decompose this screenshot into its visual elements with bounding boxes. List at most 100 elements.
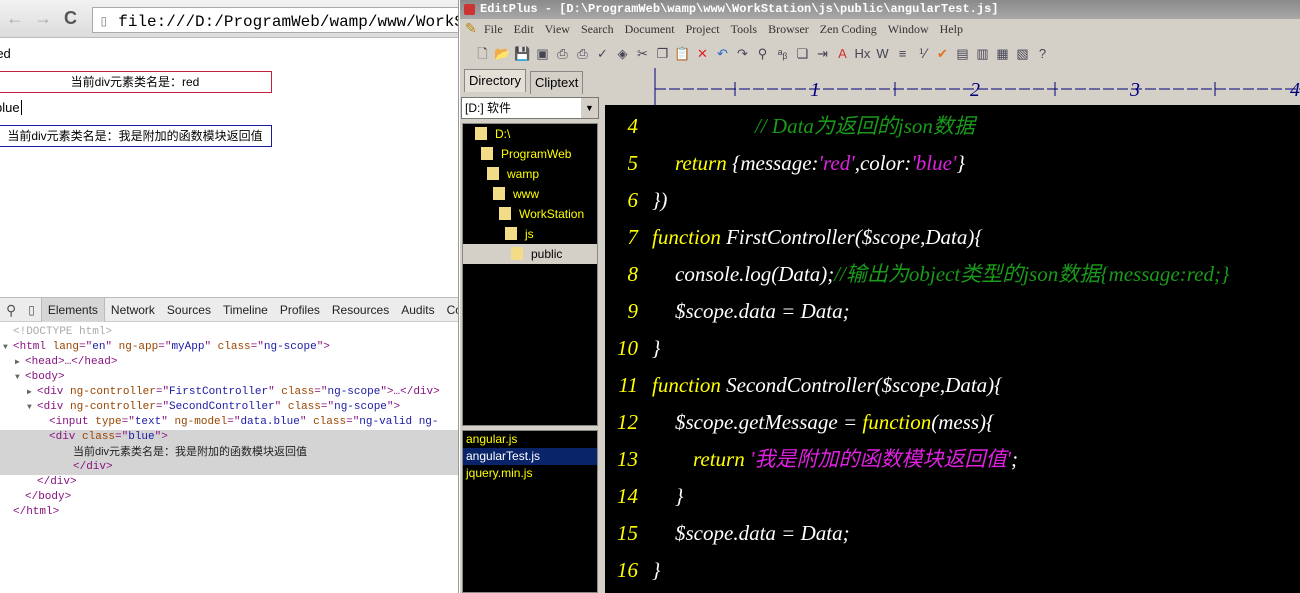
dom-node[interactable]: ▶ <div ng-controller="FirstController" cl… <box>0 385 458 400</box>
ruler-icon[interactable]: ⅟ <box>914 45 931 62</box>
new-file-icon[interactable]: 🗋 <box>474 45 491 62</box>
drive-select[interactable]: [D:] 软件 ▼ <box>461 97 599 119</box>
dom-node[interactable]: ▼ <div ng-controller="SecondController" c… <box>0 400 458 415</box>
tab-sources[interactable]: Sources <box>161 298 217 322</box>
address-bar[interactable]: ▯ file:///D:/ProgramWeb/wamp/www/WorkSta… <box>92 7 458 33</box>
menu-search[interactable]: Search <box>581 22 614 37</box>
save-icon[interactable]: 💾 <box>514 45 531 62</box>
expand-arrow-icon[interactable]: ▼ <box>15 370 25 385</box>
dom-node[interactable]: ▶ <head>…</head> <box>0 355 458 370</box>
tab-cliptext[interactable]: Cliptext <box>530 71 584 94</box>
dir-item[interactable]: www <box>463 184 597 204</box>
menu-file[interactable]: File <box>484 22 503 37</box>
tab-co[interactable]: Co <box>441 298 458 322</box>
code-line[interactable]: 12 $scope.getMessage = function(mess){ <box>605 404 1300 441</box>
spellcheck-icon[interactable]: ✓ <box>594 45 611 62</box>
menu-document[interactable]: Document <box>625 22 675 37</box>
font-icon[interactable]: A <box>834 45 851 62</box>
save-all-icon[interactable]: ▣ <box>534 45 551 62</box>
output-icon[interactable]: ▧ <box>1014 45 1031 62</box>
dir-item[interactable]: ProgramWeb <box>463 144 597 164</box>
directory-icon[interactable]: ▥ <box>974 45 991 62</box>
copy-icon[interactable]: ❐ <box>654 45 671 62</box>
dom-node[interactable]: ▼ <html lang="en" ng-app="myApp" class="n… <box>0 340 458 355</box>
code-line[interactable]: 5 return {message:'red',color:'blue'} <box>605 145 1300 182</box>
expand-arrow-icon[interactable]: ▼ <box>27 400 37 415</box>
dom-node[interactable]: <!DOCTYPE html> <box>0 325 458 340</box>
tab-resources[interactable]: Resources <box>326 298 395 322</box>
tab-network[interactable]: Network <box>105 298 161 322</box>
tab-profiles[interactable]: Profiles <box>274 298 326 322</box>
menu-tools[interactable]: Tools <box>731 22 758 37</box>
menu-zen-coding[interactable]: Zen Coding <box>820 22 877 37</box>
file-item[interactable]: angularTest.js <box>463 448 597 465</box>
check-icon[interactable]: ✔ <box>934 45 951 62</box>
menu-help[interactable]: Help <box>940 22 963 37</box>
delete-icon[interactable]: ✕ <box>694 45 711 62</box>
code-line[interactable]: 9 $scope.data = Data; <box>605 293 1300 330</box>
dom-node[interactable]: </html> <box>0 505 458 520</box>
paste-icon[interactable]: 📋 <box>674 45 691 62</box>
dom-node[interactable]: </body> <box>0 490 458 505</box>
browser-icon[interactable]: ◈ <box>614 45 631 62</box>
panel-icon[interactable]: ▤ <box>954 45 971 62</box>
file-item[interactable]: angular.js <box>463 431 597 448</box>
device-icon[interactable]: ▯ <box>22 298 41 322</box>
tab-elements[interactable]: Elements <box>40 297 105 322</box>
word-wrap-icon[interactable]: W <box>874 45 891 62</box>
dir-item[interactable]: public <box>463 244 597 264</box>
dir-item[interactable]: js <box>463 224 597 244</box>
code-line[interactable]: 16} <box>605 552 1300 589</box>
menu-window[interactable]: Window <box>888 22 929 37</box>
tab-directory[interactable]: Directory <box>464 69 527 92</box>
cliptext-icon[interactable]: ▦ <box>994 45 1011 62</box>
dropdown-arrow-icon[interactable]: ▼ <box>581 98 598 118</box>
dir-item[interactable]: WorkStation <box>463 204 597 224</box>
menu-edit[interactable]: Edit <box>514 22 534 37</box>
dir-item[interactable]: wamp <box>463 164 597 184</box>
code-line[interactable]: 8 console.log(Data);//输出为object类型的json数据{… <box>605 256 1300 293</box>
goto-icon[interactable]: ⇥ <box>814 45 831 62</box>
dom-node[interactable]: </div> <box>0 460 458 475</box>
dom-node[interactable]: </div> <box>0 475 458 490</box>
code-line[interactable]: 13 return '我是附加的函数模块返回值'; <box>605 441 1300 478</box>
tab-audits[interactable]: Audits <box>395 298 440 322</box>
code-line[interactable]: 4 // Data为返回的json数据 <box>605 108 1300 145</box>
menu-view[interactable]: View <box>545 22 570 37</box>
print-preview-icon[interactable]: ⎙ <box>554 45 571 62</box>
dom-node[interactable]: ▼ <body> <box>0 370 458 385</box>
expand-arrow-icon[interactable]: ▶ <box>27 385 37 400</box>
menu-project[interactable]: Project <box>686 22 720 37</box>
search-icon[interactable]: ⚲ <box>0 298 22 322</box>
code-line[interactable]: 10} <box>605 330 1300 367</box>
dom-node[interactable]: <div class="blue"> <box>0 430 458 445</box>
undo-icon[interactable]: ↶ <box>714 45 731 62</box>
code-line[interactable]: 7 function FirstController($scope,Data){ <box>605 219 1300 256</box>
tab-timeline[interactable]: Timeline <box>217 298 274 322</box>
find-in-files-icon[interactable]: ❏ <box>794 45 811 62</box>
forward-icon[interactable]: → <box>34 8 52 29</box>
hex-icon[interactable]: Hx <box>854 45 871 62</box>
line-number-icon[interactable]: ≡ <box>894 45 911 62</box>
dom-node[interactable]: <input type="text" ng-model="data.blue" … <box>0 415 458 430</box>
print-icon[interactable]: ⎙ <box>574 45 591 62</box>
code-line[interactable]: 11 function SecondController($scope,Data)… <box>605 367 1300 404</box>
menu-browser[interactable]: Browser <box>768 22 809 37</box>
input-red[interactable]: red <box>0 46 192 66</box>
help-icon[interactable]: ? <box>1034 45 1051 62</box>
expand-arrow-icon[interactable]: ▼ <box>3 340 13 355</box>
find-icon[interactable]: ⚲ <box>754 45 771 62</box>
reload-icon[interactable]: C <box>64 8 77 29</box>
open-icon[interactable]: 📂 <box>494 45 511 62</box>
expand-arrow-icon[interactable]: ▶ <box>15 355 25 370</box>
dir-item[interactable]: D:\ <box>463 124 597 144</box>
redo-icon[interactable]: ↷ <box>734 45 751 62</box>
code-editor[interactable]: 4 // Data为返回的json数据 5 return {message:'red'… <box>605 105 1300 593</box>
cut-icon[interactable]: ✂ <box>634 45 651 62</box>
code-line[interactable]: 15 $scope.data = Data; <box>605 515 1300 552</box>
file-item[interactable]: jquery.min.js <box>463 465 597 482</box>
replace-icon[interactable]: ᵃᵦ <box>774 45 791 62</box>
code-line[interactable]: 6}) <box>605 182 1300 219</box>
dom-node[interactable]: 当前div元素类名是：我是附加的函数模块返回值 <box>0 445 458 460</box>
input-blue[interactable]: blue <box>0 100 195 120</box>
